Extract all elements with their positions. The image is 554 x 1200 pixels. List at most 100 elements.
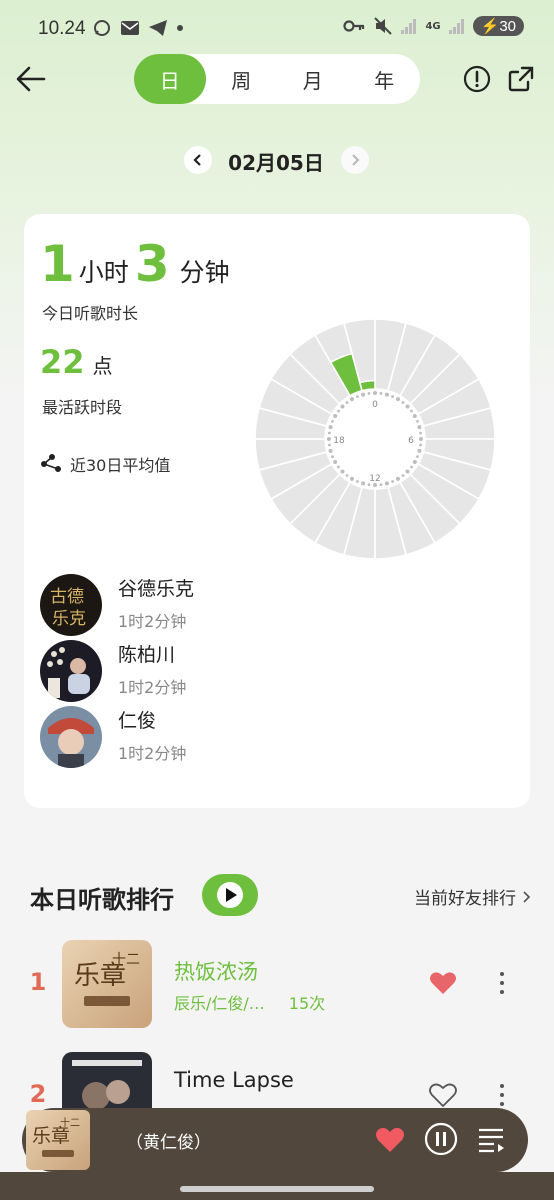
- ranking-title: 本日听歌排行: [30, 886, 174, 914]
- share-icon[interactable]: [506, 64, 536, 94]
- artist-item[interactable]: 仁俊 1时2分钟: [40, 706, 460, 768]
- clock-tick: [384, 392, 389, 397]
- playlist-icon[interactable]: [476, 1124, 506, 1154]
- battery-indicator: ⚡30: [472, 16, 524, 36]
- svg-text:古德: 古德: [50, 587, 84, 607]
- tab-1[interactable]: 周: [206, 54, 278, 104]
- top-bar: 日周月年: [0, 52, 554, 106]
- status-bar: 10.24 4G ⚡30: [0, 0, 554, 60]
- clock-tick: [379, 391, 383, 395]
- liked-heart-icon[interactable]: [428, 968, 458, 998]
- more-options-icon[interactable]: [492, 968, 512, 998]
- clock-tick: [327, 431, 331, 435]
- artist-item[interactable]: 古德 乐克 谷德乐克 1时2分钟: [40, 574, 460, 636]
- mail-icon: [121, 21, 139, 35]
- signal-icon: [401, 19, 417, 34]
- clock-tick: [345, 474, 349, 477]
- info-icon[interactable]: [462, 64, 492, 94]
- duration-hours: 1: [40, 235, 75, 293]
- artist-item[interactable]: 陈柏川 1时2分钟: [40, 640, 460, 702]
- current-date: 02月05日: [228, 151, 324, 175]
- clock-tick: [373, 391, 377, 395]
- clock-tick: [410, 465, 413, 469]
- tab-3[interactable]: 年: [349, 54, 421, 104]
- listening-summary-card: 1 小时 3 分钟 今日听歌时长 22 点 最活跃时段 近30日平均值 0 6 12…: [24, 214, 530, 808]
- clock-tick: [417, 425, 422, 430]
- ranking-song-row[interactable]: 1 乐章 十二 热饭浓汤 辰乐/仁俊/… 15次: [0, 940, 554, 1030]
- average-label: 近30日平均值: [70, 456, 171, 475]
- liked-heart-icon[interactable]: [374, 1124, 406, 1156]
- song-rank: 2: [29, 1080, 47, 1108]
- hourly-activity-clock: 0 6 12 18: [254, 318, 496, 560]
- duration-minutes: 3: [134, 235, 170, 293]
- artist-listen-time: 1时2分钟: [118, 678, 187, 697]
- song-cover: 乐章 十二: [62, 940, 152, 1028]
- clock-tick: [350, 476, 354, 481]
- active-hour-bar: [358, 379, 376, 392]
- ranking-header: 本日听歌排行 当前好友排行: [0, 872, 554, 920]
- clock-hour-label: 6: [408, 436, 414, 446]
- artist-avatar: [40, 706, 102, 768]
- tab-2[interactable]: 月: [277, 54, 349, 104]
- friends-ranking-label: 当前好友排行: [414, 889, 516, 909]
- clock-tick: [419, 437, 423, 441]
- minutes-unit: 分钟: [179, 258, 230, 287]
- peak-hour-unit: 点: [92, 354, 113, 378]
- song-artists: 辰乐/仁俊/…: [174, 994, 265, 1013]
- clock-tick: [416, 455, 419, 459]
- artist-name: 谷德乐克: [118, 578, 195, 600]
- clock-tick: [396, 397, 400, 402]
- dot-icon: [177, 25, 183, 31]
- clock-tick: [412, 414, 417, 418]
- mini-player[interactable]: 乐章 十二 （黄仁俊）: [22, 1108, 528, 1172]
- more-options-icon[interactable]: [492, 1080, 512, 1110]
- song-meta: 辰乐/仁俊/… 15次: [174, 990, 325, 1014]
- period-tabs: 日周月年: [134, 54, 420, 104]
- clock-tick: [331, 419, 334, 423]
- clock-tick: [340, 404, 345, 409]
- clock-tick: [355, 395, 359, 398]
- scatter-nodes-icon: [41, 454, 61, 472]
- now-playing-title: （黄仁俊）: [126, 1133, 211, 1153]
- status-system-icons: 4G ⚡30: [343, 16, 524, 36]
- clock-tick: [337, 465, 340, 469]
- clock-tick: [401, 474, 405, 477]
- artist-name: 仁俊: [118, 710, 157, 732]
- telegram-icon: [149, 20, 167, 36]
- status-time: 10.24: [38, 18, 86, 39]
- clock-tick: [328, 448, 333, 453]
- signal-icon-2: [448, 19, 464, 34]
- clock-tick: [412, 460, 417, 464]
- clock-tick: [361, 481, 366, 486]
- song-rank: 1: [29, 968, 47, 996]
- clock-tick: [417, 448, 422, 453]
- home-indicator[interactable]: [180, 1186, 374, 1192]
- clock-hour-label: 12: [369, 474, 380, 484]
- previous-day-button[interactable]: [184, 146, 212, 174]
- chevron-right-icon: [352, 154, 360, 166]
- mute-icon: [374, 17, 393, 35]
- clock-tick: [333, 460, 338, 464]
- artist-name: 陈柏川: [118, 644, 176, 666]
- artist-listen-time: 1时2分钟: [118, 612, 187, 631]
- clock-tick: [367, 391, 371, 395]
- heart-outline-icon[interactable]: [428, 1080, 458, 1110]
- svg-text:十二: 十二: [60, 1116, 80, 1129]
- friends-ranking-link[interactable]: 当前好友排行: [414, 884, 532, 909]
- tab-0[interactable]: 日: [134, 54, 206, 104]
- next-day-button[interactable]: [341, 146, 369, 174]
- back-arrow-icon[interactable]: [14, 62, 48, 96]
- thirty-day-average-toggle[interactable]: 近30日平均值: [40, 452, 170, 476]
- clock-tick: [405, 404, 410, 409]
- clock-tick: [391, 395, 395, 398]
- song-title: 热饭浓汤: [174, 960, 258, 984]
- clock-tick: [350, 397, 354, 402]
- chevron-right-icon: [523, 890, 531, 903]
- chat-icon: [94, 20, 110, 36]
- pause-icon[interactable]: [424, 1122, 458, 1156]
- clock-tick: [405, 469, 410, 474]
- play-all-button[interactable]: [202, 874, 258, 916]
- clock-hour-label: 18: [333, 436, 345, 446]
- song-title: Time Lapse: [174, 1068, 294, 1092]
- clock-tick: [391, 480, 395, 483]
